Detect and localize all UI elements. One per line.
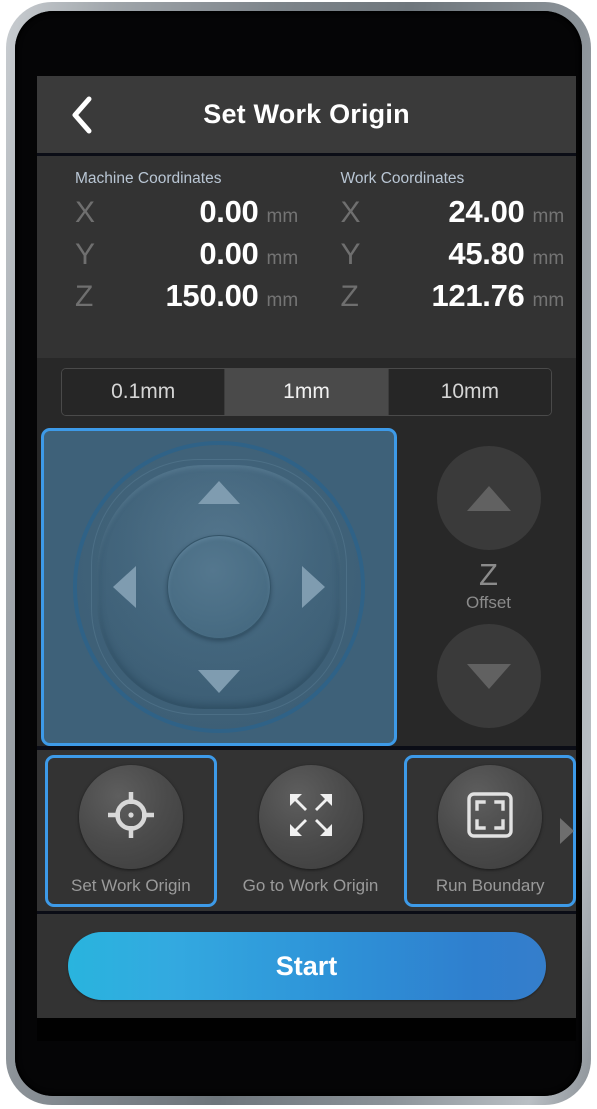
arrow-down-icon[interactable] <box>198 670 240 693</box>
axis-value: 24.00 <box>448 194 525 229</box>
back-button[interactable] <box>51 76 113 153</box>
z-offset-sublabel: Offset <box>465 593 512 612</box>
action-label: Go to Work Origin <box>242 876 379 895</box>
arrow-left-icon[interactable] <box>113 566 136 608</box>
axis-unit: mm <box>266 206 299 227</box>
work-coordinate-row-z: Z 121.76 mm <box>341 278 577 320</box>
axis-label: Z <box>75 280 94 313</box>
action-icon-circle <box>258 765 363 869</box>
arrow-right-icon[interactable] <box>302 566 325 608</box>
step-size-section: 0.1mm 1mm 10mm <box>37 358 576 428</box>
axis-unit: mm <box>266 290 299 311</box>
axis-label: Y <box>75 238 96 271</box>
axis-unit: mm <box>266 248 299 269</box>
start-button[interactable]: Start <box>67 932 546 1000</box>
device-frame: Set Work Origin Machine Coordinates X 0.… <box>6 2 591 1105</box>
axis-unit: mm <box>532 206 565 227</box>
axis-value: 45.80 <box>448 236 525 271</box>
xy-jog-pad[interactable] <box>41 428 397 746</box>
coordinates-panel: Machine Coordinates X 0.00 mm Y 0.00 mm … <box>37 156 576 358</box>
triangle-up-icon <box>466 485 511 511</box>
start-bar: Start <box>37 914 576 1018</box>
crosshair-target-icon <box>105 789 157 846</box>
page-title: Set Work Origin <box>203 99 410 129</box>
axis-unit: mm <box>532 290 565 311</box>
run-boundary-button[interactable]: Run Boundary <box>404 754 576 907</box>
z-offset-control: Z Offset <box>401 428 576 746</box>
action-icon-circle <box>438 765 543 869</box>
dpad-stage <box>69 437 369 737</box>
arrow-up-icon[interactable] <box>198 481 240 504</box>
title-bar: Set Work Origin <box>37 76 576 156</box>
chevron-left-icon <box>69 95 95 135</box>
converge-arrows-icon <box>286 790 336 845</box>
triangle-down-icon <box>466 663 511 689</box>
work-coordinate-row-y: Y 45.80 mm <box>341 236 577 278</box>
z-axis-letter: Z <box>479 557 498 592</box>
dpad-center-button[interactable] <box>167 535 271 639</box>
machine-coordinates-heading: Machine Coordinates <box>75 170 222 187</box>
work-coordinate-row-x: X 24.00 mm <box>341 194 577 236</box>
step-size-selector: 0.1mm 1mm 10mm <box>61 368 552 416</box>
action-icon-circle <box>78 765 183 869</box>
machine-coordinate-row-z: Z 150.00 mm <box>75 278 307 320</box>
machine-coordinate-row-x: X 0.00 mm <box>75 194 307 236</box>
step-option-10mm[interactable]: 10mm <box>388 369 551 415</box>
go-to-work-origin-button[interactable]: Go to Work Origin <box>225 755 397 907</box>
axis-value: 0.00 <box>199 194 259 229</box>
action-label: Set Work Origin <box>71 876 191 895</box>
set-work-origin-button[interactable]: Set Work Origin <box>45 754 217 907</box>
axis-label: X <box>340 196 361 229</box>
axis-value: 121.76 <box>431 278 525 313</box>
action-label: Run Boundary <box>435 876 545 895</box>
axis-label: X <box>75 196 96 229</box>
z-offset-label-block: Z Offset <box>466 558 511 614</box>
machine-coordinate-row-y: Y 0.00 mm <box>75 236 307 278</box>
work-coordinates-heading: Work Coordinates <box>340 170 465 187</box>
boundary-frame-icon <box>465 790 515 845</box>
chevron-right-icon[interactable] <box>560 817 574 844</box>
step-option-0-1mm[interactable]: 0.1mm <box>62 369 226 415</box>
z-offset-up-button[interactable] <box>436 446 541 550</box>
step-option-1mm[interactable]: 1mm <box>225 369 389 415</box>
axis-label: Z <box>340 280 359 313</box>
device-screen-bezel: Set Work Origin Machine Coordinates X 0.… <box>15 11 582 1096</box>
axis-value: 150.00 <box>165 278 259 313</box>
work-coordinates-group: Work Coordinates X 24.00 mm Y 45.80 mm Z… <box>307 170 577 358</box>
z-offset-down-button[interactable] <box>436 624 541 728</box>
jog-control-area: Z Offset <box>37 428 576 750</box>
axis-value: 0.00 <box>199 236 259 271</box>
app-screen: Set Work Origin Machine Coordinates X 0.… <box>37 76 576 1041</box>
axis-label: Y <box>340 238 361 271</box>
axis-unit: mm <box>532 248 565 269</box>
action-buttons-row: Set Work Origin Go to Work Origin Run Bo… <box>37 750 576 914</box>
machine-coordinates-group: Machine Coordinates X 0.00 mm Y 0.00 mm … <box>37 170 307 358</box>
